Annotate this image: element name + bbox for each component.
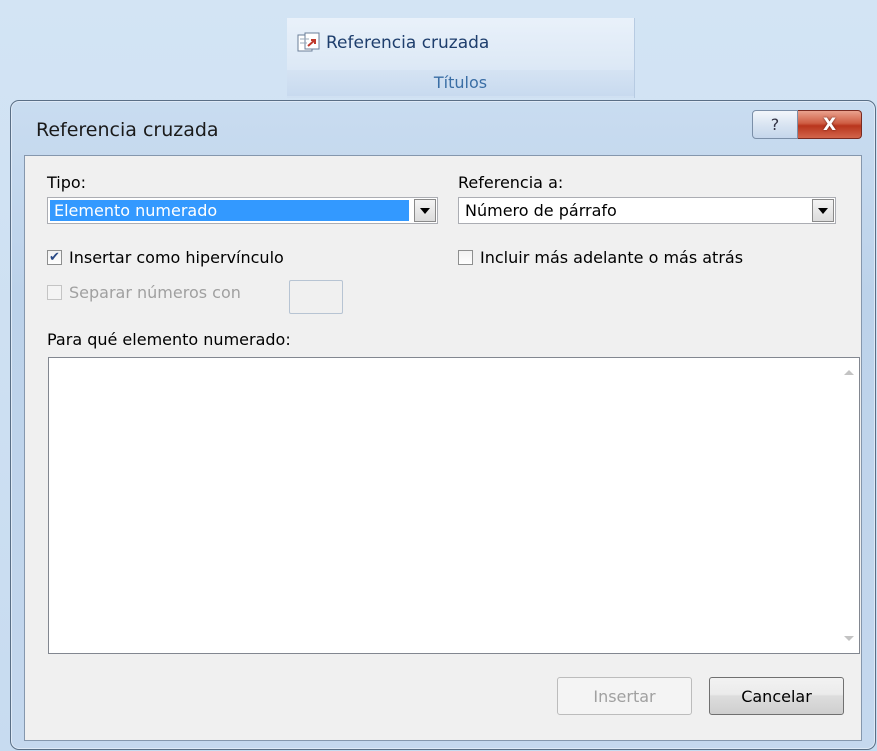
insertar-hipervinculo-checkbox[interactable]: ✔ Insertar como hipervínculo bbox=[47, 248, 284, 267]
referencia-combo-value: Número de párrafo bbox=[465, 201, 617, 220]
referencia-combo[interactable]: Número de párrafo bbox=[458, 197, 836, 224]
separator-input bbox=[289, 280, 343, 314]
separar-label: Separar números con bbox=[69, 283, 241, 302]
checkbox-unchecked-icon bbox=[458, 250, 473, 265]
scroll-up-icon[interactable] bbox=[844, 370, 854, 375]
cross-reference-icon bbox=[297, 32, 321, 54]
chevron-down-icon bbox=[420, 207, 430, 214]
help-icon: ? bbox=[770, 115, 780, 134]
scroll-down-icon[interactable] bbox=[844, 636, 854, 641]
insertar-hipervinculo-label: Insertar como hipervínculo bbox=[69, 248, 284, 267]
list-scrollbar[interactable] bbox=[840, 358, 859, 653]
incluir-label: Incluir más adelante o más atrás bbox=[480, 248, 744, 267]
tipo-label: Tipo: bbox=[47, 173, 87, 192]
tipo-combo[interactable]: Elemento numerado bbox=[47, 197, 438, 224]
close-button[interactable]: X bbox=[798, 110, 862, 139]
cross-reference-ribbon-label: Referencia cruzada bbox=[326, 33, 490, 53]
title-bar-buttons: ? X bbox=[752, 110, 862, 139]
referencia-dropdown-button[interactable] bbox=[812, 199, 834, 222]
ribbon-group-titulos: Referencia cruzada Títulos bbox=[287, 18, 635, 98]
tipo-combo-value: Elemento numerado bbox=[50, 200, 409, 221]
close-icon: X bbox=[822, 114, 837, 135]
tipo-dropdown-button[interactable] bbox=[414, 199, 436, 222]
para-que-label: Para qué elemento numerado: bbox=[47, 330, 291, 349]
checkbox-unchecked-icon bbox=[47, 285, 62, 300]
ribbon-group-label: Títulos bbox=[287, 70, 634, 96]
chevron-down-icon bbox=[818, 207, 828, 214]
numbered-items-list[interactable] bbox=[48, 357, 860, 654]
referencia-label: Referencia a: bbox=[458, 173, 564, 192]
cancel-button[interactable]: Cancelar bbox=[709, 677, 844, 715]
help-button[interactable]: ? bbox=[752, 110, 798, 139]
separar-checkbox: Separar números con bbox=[47, 283, 241, 302]
dialog-title: Referencia cruzada bbox=[36, 119, 219, 141]
incluir-checkbox[interactable]: Incluir más adelante o más atrás bbox=[458, 248, 743, 267]
checkbox-checked-icon: ✔ bbox=[47, 250, 62, 265]
insert-button[interactable]: Insertar bbox=[557, 677, 692, 715]
dialog-client-area: Tipo: Elemento numerado Referencia a: Nú… bbox=[24, 155, 862, 741]
cross-reference-ribbon-button[interactable]: Referencia cruzada bbox=[297, 28, 489, 58]
